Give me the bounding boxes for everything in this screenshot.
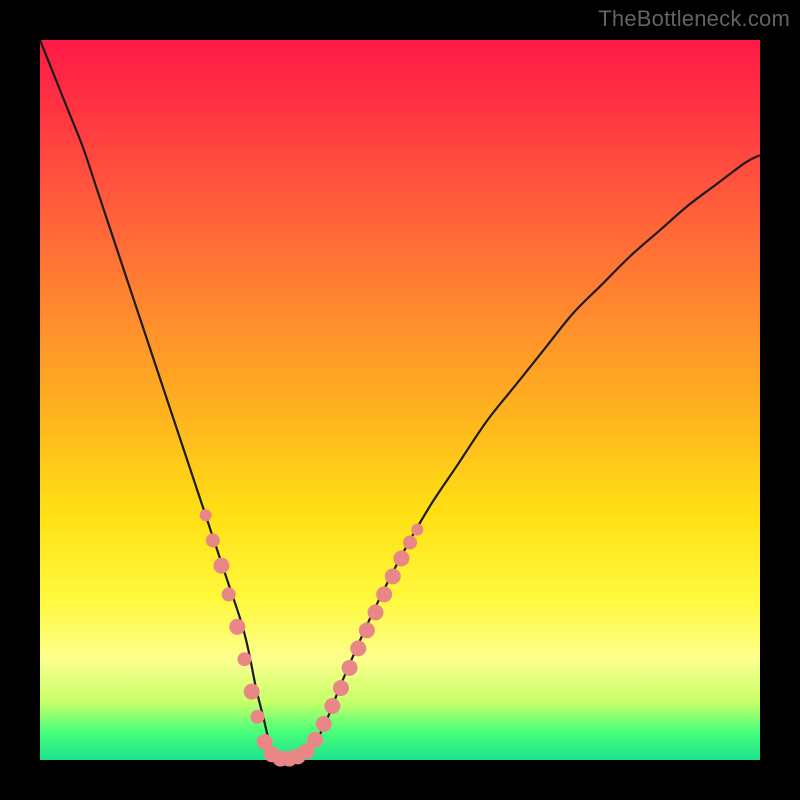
curve-marker xyxy=(307,732,323,748)
curve-marker xyxy=(333,680,349,696)
curve-layer xyxy=(40,40,760,760)
plot-area xyxy=(40,40,760,760)
curve-marker xyxy=(316,716,332,732)
curve-marker xyxy=(213,558,229,574)
curve-marker xyxy=(359,622,375,638)
curve-marker xyxy=(350,640,366,656)
watermark-text: TheBottleneck.com xyxy=(598,6,790,32)
curve-marker xyxy=(342,660,358,676)
marker-group xyxy=(200,509,424,766)
curve-marker xyxy=(200,509,212,521)
curve-marker xyxy=(222,587,236,601)
curve-marker xyxy=(393,550,409,566)
curve-marker xyxy=(237,652,251,666)
curve-marker xyxy=(376,586,392,602)
curve-marker xyxy=(368,604,384,620)
curve-marker xyxy=(206,533,220,547)
curve-marker xyxy=(411,524,423,536)
curve-marker xyxy=(244,684,260,700)
curve-marker xyxy=(324,698,340,714)
curve-marker xyxy=(385,568,401,584)
curve-marker xyxy=(250,710,264,724)
curve-marker xyxy=(403,536,417,550)
bottleneck-curve xyxy=(40,40,760,760)
curve-marker xyxy=(229,619,245,635)
chart-frame: TheBottleneck.com xyxy=(0,0,800,800)
